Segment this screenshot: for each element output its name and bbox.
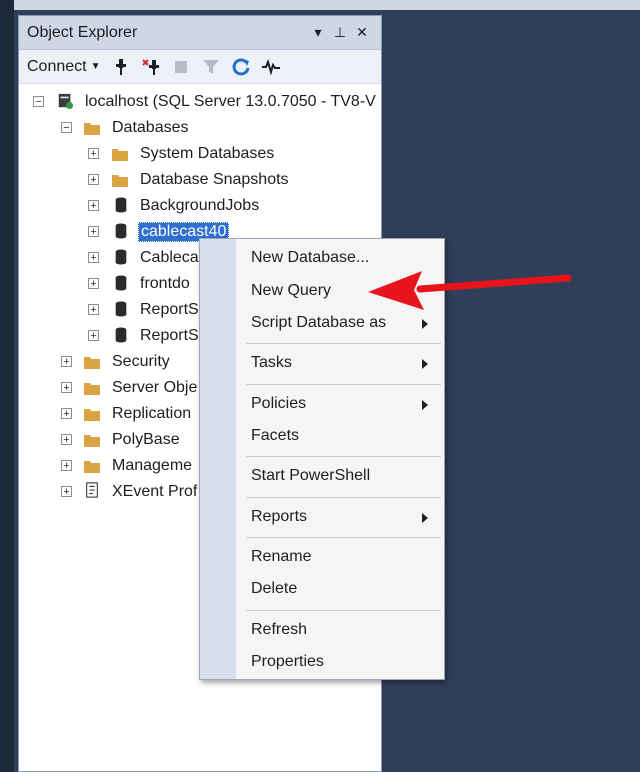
expand-icon[interactable]: + — [88, 200, 99, 212]
database-label: ReportS — [140, 301, 199, 318]
panel-title-bar: Object Explorer ▾ ⊥ ✕ — [19, 16, 381, 50]
database-icon — [115, 223, 127, 239]
tree-node-system-databases[interactable]: + System Databases — [19, 142, 381, 166]
database-icon — [115, 327, 127, 343]
database-label: ReportS — [140, 327, 199, 344]
menu-item-tasks[interactable]: Tasks — [251, 354, 292, 372]
panel-title: Object Explorer — [27, 23, 138, 41]
expand-icon[interactable]: + — [61, 434, 72, 446]
xevent-icon — [86, 482, 98, 498]
expand-icon[interactable]: + — [88, 174, 99, 186]
menu-item-rename[interactable]: Rename — [251, 548, 311, 566]
expand-icon[interactable]: + — [88, 330, 99, 342]
expand-icon[interactable]: + — [61, 408, 72, 420]
stop-icon[interactable] — [171, 57, 191, 77]
window-position-button[interactable]: ▾ — [307, 24, 329, 41]
close-button[interactable]: ✕ — [351, 24, 373, 41]
folder-icon — [84, 409, 100, 421]
system-databases-label: System Databases — [140, 145, 275, 162]
submenu-arrow-icon — [422, 319, 428, 329]
chevron-down-icon: ▼ — [90, 61, 101, 72]
menu-separator — [246, 537, 441, 538]
polybase-label: PolyBase — [112, 431, 180, 448]
database-snapshots-label: Database Snapshots — [140, 171, 289, 188]
menu-item-policies[interactable]: Policies — [251, 395, 306, 413]
menu-separator — [246, 456, 441, 457]
expand-icon[interactable]: + — [61, 486, 72, 498]
database-icon — [115, 249, 127, 265]
menu-item-new-query[interactable]: New Query — [251, 282, 331, 300]
replication-label: Replication — [112, 405, 192, 422]
menu-item-refresh[interactable]: Refresh — [251, 621, 307, 639]
menu-separator — [246, 384, 441, 385]
tree-node-database[interactable]: + BackgroundJobs — [19, 194, 381, 218]
menu-icon-gutter — [200, 239, 236, 679]
server-icon — [58, 93, 73, 109]
activity-monitor-icon[interactable] — [261, 57, 281, 77]
menu-item-start-powershell[interactable]: Start PowerShell — [251, 467, 370, 485]
connect-button[interactable]: Connect ▼ — [27, 58, 101, 76]
menu-item-script-database-as[interactable]: Script Database as — [251, 314, 386, 332]
expand-icon[interactable]: + — [88, 304, 99, 316]
database-icon — [115, 275, 127, 291]
expand-icon[interactable]: + — [88, 252, 99, 264]
security-label: Security — [112, 353, 170, 370]
expand-icon[interactable]: + — [61, 382, 72, 394]
folder-icon — [84, 435, 100, 447]
menu-item-facets[interactable]: Facets — [251, 427, 299, 445]
folder-icon — [112, 149, 128, 161]
expand-icon[interactable]: + — [61, 460, 72, 472]
submenu-arrow-icon — [422, 359, 428, 369]
expand-icon[interactable]: + — [61, 356, 72, 368]
disconnect-icon[interactable] — [141, 57, 161, 77]
expand-icon[interactable]: + — [88, 148, 99, 160]
database-label: frontdo — [140, 275, 190, 292]
database-icon — [115, 197, 127, 213]
databases-label: Databases — [112, 119, 189, 136]
filter-icon[interactable] — [201, 57, 221, 77]
folder-icon — [84, 461, 100, 473]
database-label: BackgroundJobs — [140, 197, 260, 214]
menu-item-delete[interactable]: Delete — [251, 580, 297, 598]
folder-icon — [84, 383, 100, 395]
background-top-edge — [14, 0, 640, 10]
xevent-profiler-label: XEvent Prof — [112, 483, 198, 500]
expand-icon[interactable]: + — [88, 278, 99, 290]
refresh-icon[interactable] — [231, 57, 251, 77]
background-left-edge — [0, 0, 14, 772]
menu-item-reports[interactable]: Reports — [251, 508, 307, 526]
management-label: Manageme — [112, 457, 193, 474]
submenu-arrow-icon — [422, 400, 428, 410]
collapse-icon[interactable]: − — [33, 96, 44, 108]
connect-icon[interactable] — [111, 57, 131, 77]
server-label: localhost (SQL Server 13.0.7050 - TV8-V — [85, 93, 376, 110]
object-explorer-toolbar: Connect ▼ — [19, 50, 381, 84]
annotation-arrow-icon — [368, 271, 572, 310]
tree-node-server[interactable]: − localhost (SQL Server 13.0.7050 - TV8-… — [19, 90, 381, 114]
menu-separator — [246, 343, 441, 344]
server-objects-label: Server Obje — [112, 379, 198, 396]
tree-node-database-snapshots[interactable]: + Database Snapshots — [19, 168, 381, 192]
menu-separator — [246, 497, 441, 498]
folder-icon — [112, 175, 128, 187]
connect-label: Connect — [27, 57, 87, 75]
submenu-arrow-icon — [422, 513, 428, 523]
folder-icon — [84, 357, 100, 369]
tree-node-databases[interactable]: − Databases — [19, 116, 381, 140]
expand-icon[interactable]: + — [88, 226, 99, 238]
menu-item-new-database[interactable]: New Database... — [251, 249, 369, 267]
pin-button[interactable]: ⊥ — [329, 24, 351, 41]
database-icon — [115, 301, 127, 317]
folder-icon — [84, 123, 100, 135]
database-label: Cableca — [140, 249, 199, 266]
menu-separator — [246, 610, 441, 611]
collapse-icon[interactable]: − — [61, 122, 72, 134]
menu-item-properties[interactable]: Properties — [251, 653, 324, 671]
